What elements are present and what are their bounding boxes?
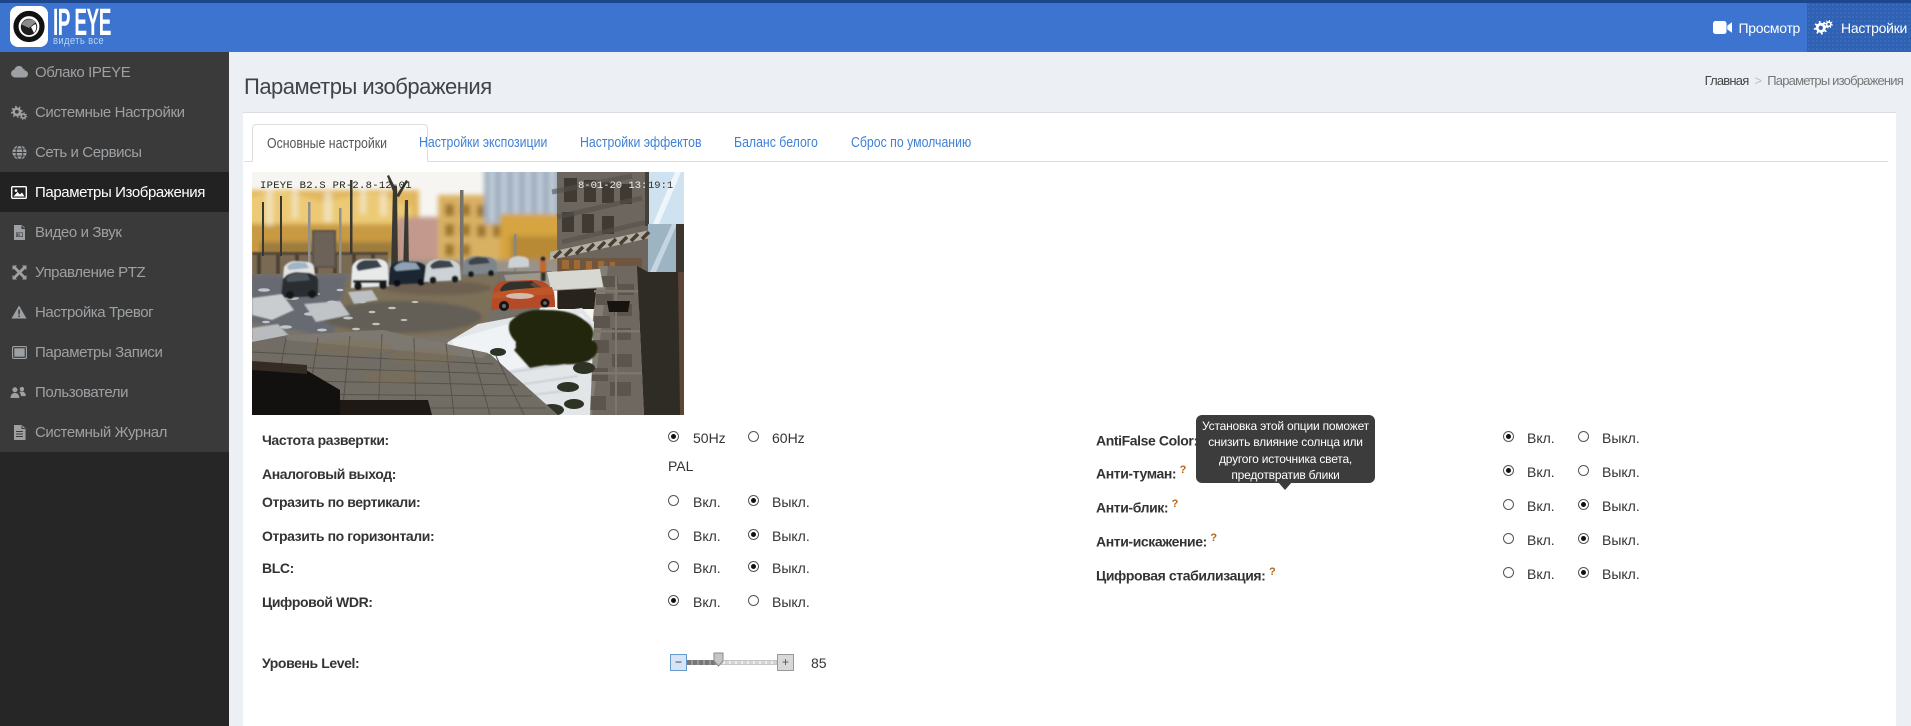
svg-text:IPEYE B2.S PR-2.8-12-01: IPEYE B2.S PR-2.8-12-01 <box>260 180 412 192</box>
svg-text:19:1: 19:1 <box>648 180 673 192</box>
svg-text:8-01-20 13:: 8-01-20 13: <box>578 180 647 192</box>
